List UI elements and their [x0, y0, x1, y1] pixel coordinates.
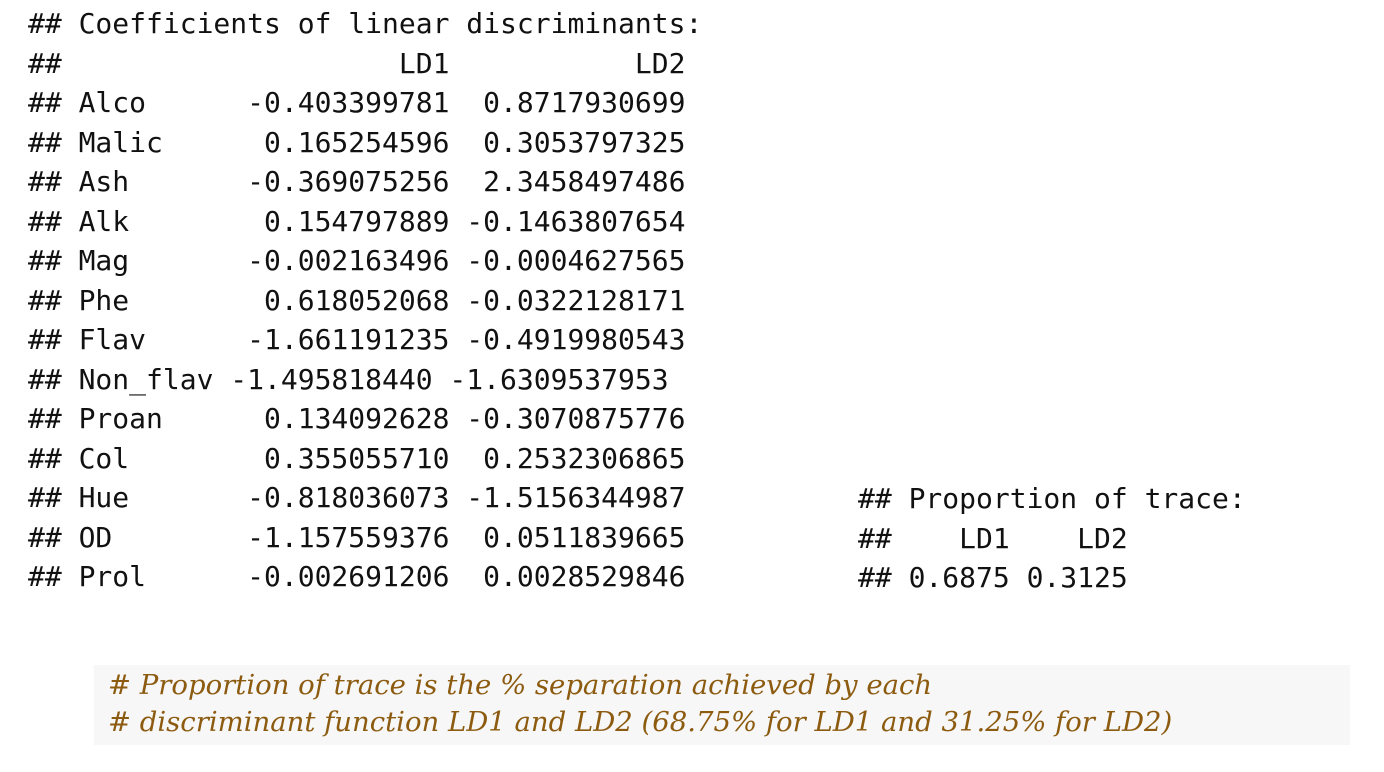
comment-line-1: # Proportion of trace is the % separatio…	[108, 669, 933, 701]
code-comment-text: # Proportion of trace is the % separatio…	[108, 667, 1172, 741]
coefficients-column-header-line: ## LD1 LD2	[28, 46, 686, 80]
lda-coefficients-output: ## Coefficients of linear discriminants:…	[28, 4, 702, 597]
coefficient-row-col: ## Col 0.355055710 0.2532306865	[28, 441, 686, 475]
coefficient-row-proan: ## Proan 0.134092628 -0.3070875776	[28, 402, 686, 435]
coefficient-row-malic: ## Malic 0.165254596 0.3053797325	[28, 125, 686, 159]
coefficient-row-ash: ## Ash -0.369075256 2.3458497486	[28, 165, 686, 198]
trace-header-line: ## Proportion of trace:	[858, 482, 1246, 515]
coefficient-row-prol: ## Prol -0.002691206 0.0028529846	[28, 560, 686, 593]
coefficient-row-non-flav: ## Non_flav -1.495818440 -1.6309537953	[28, 362, 669, 396]
coefficient-row-mag: ## Mag -0.002163496 -0.0004627565	[28, 244, 686, 277]
coefficient-row-alk: ## Alk 0.154797889 -0.1463807654	[28, 204, 686, 238]
coefficient-row-phe: ## Phe 0.618052068 -0.0322128171	[28, 283, 686, 317]
trace-values-line: ## 0.6875 0.3125	[858, 561, 1128, 594]
coefficient-row-alco: ## Alco -0.403399781 0.8717930699	[28, 86, 686, 119]
coefficient-row-od: ## OD -1.157559376 0.0511839665	[28, 520, 686, 554]
coefficients-header-line: ## Coefficients of linear discriminants:	[28, 7, 703, 40]
proportion-of-trace-output: ## Proportion of trace: ## LD1 LD2 ## 0.68…	[858, 479, 1246, 598]
trace-column-header-line: ## LD1 LD2	[858, 521, 1128, 555]
coefficient-row-flav: ## Flav -1.661191235 -0.4919980543	[28, 323, 686, 356]
coefficient-row-hue: ## Hue -0.818036073 -1.5156344987	[28, 481, 686, 514]
comment-line-2: # discriminant function LD1 and LD2 (68.…	[108, 706, 1173, 738]
code-comment-block: # Proportion of trace is the % separatio…	[94, 665, 1350, 745]
